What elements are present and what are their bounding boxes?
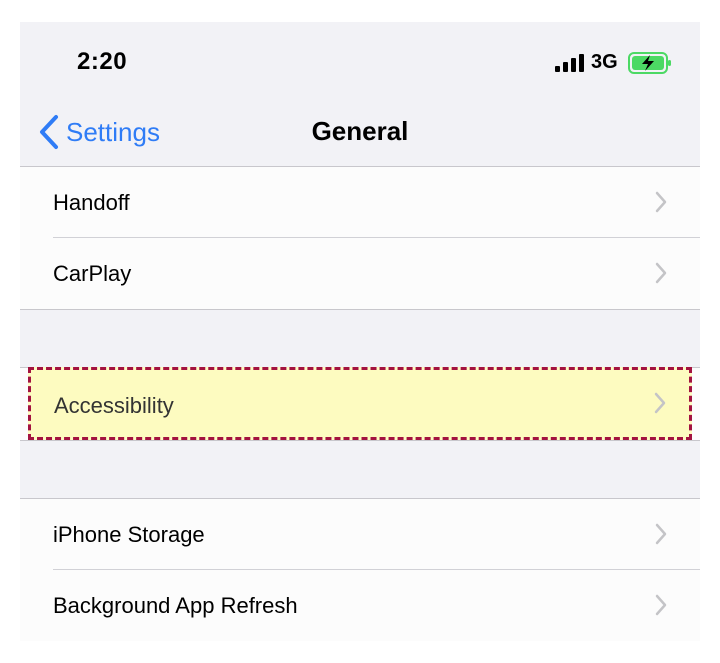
battery-charging-icon [628,52,671,74]
list-item-handoff[interactable]: Handoff [20,167,700,238]
list-item-label: Background App Refresh [53,592,298,618]
list-item-accessibility[interactable]: Accessibility [28,367,692,440]
list-item-carplay[interactable]: CarPlay [20,238,700,309]
list-item-label: iPhone Storage [53,521,205,547]
settings-group-1: Handoff CarPlay [20,167,700,310]
chevron-right-icon [655,262,667,284]
navigation-bar: Settings General [20,102,700,167]
phone-screen: 2:20 3G Settings General Handoff CarPlay… [20,22,700,641]
page-title: General [311,116,409,146]
chevron-right-icon [654,392,666,414]
list-item-background-app-refresh[interactable]: Background App Refresh [20,570,700,641]
cellular-signal-icon [555,54,584,72]
chevron-right-icon [655,191,667,213]
chevron-right-icon [655,523,667,545]
status-time: 2:20 [77,48,128,75]
list-item-label: Accessibility [54,393,174,418]
status-bar: 2:20 3G [20,22,700,102]
list-item-iphone-storage[interactable]: iPhone Storage [20,499,700,570]
list-item-label: CarPlay [53,260,132,286]
list-item-label: Handoff [53,189,130,215]
network-type: 3G [591,51,618,73]
settings-group-3: iPhone Storage Background App Refresh [20,498,700,641]
chevron-right-icon [655,594,667,616]
